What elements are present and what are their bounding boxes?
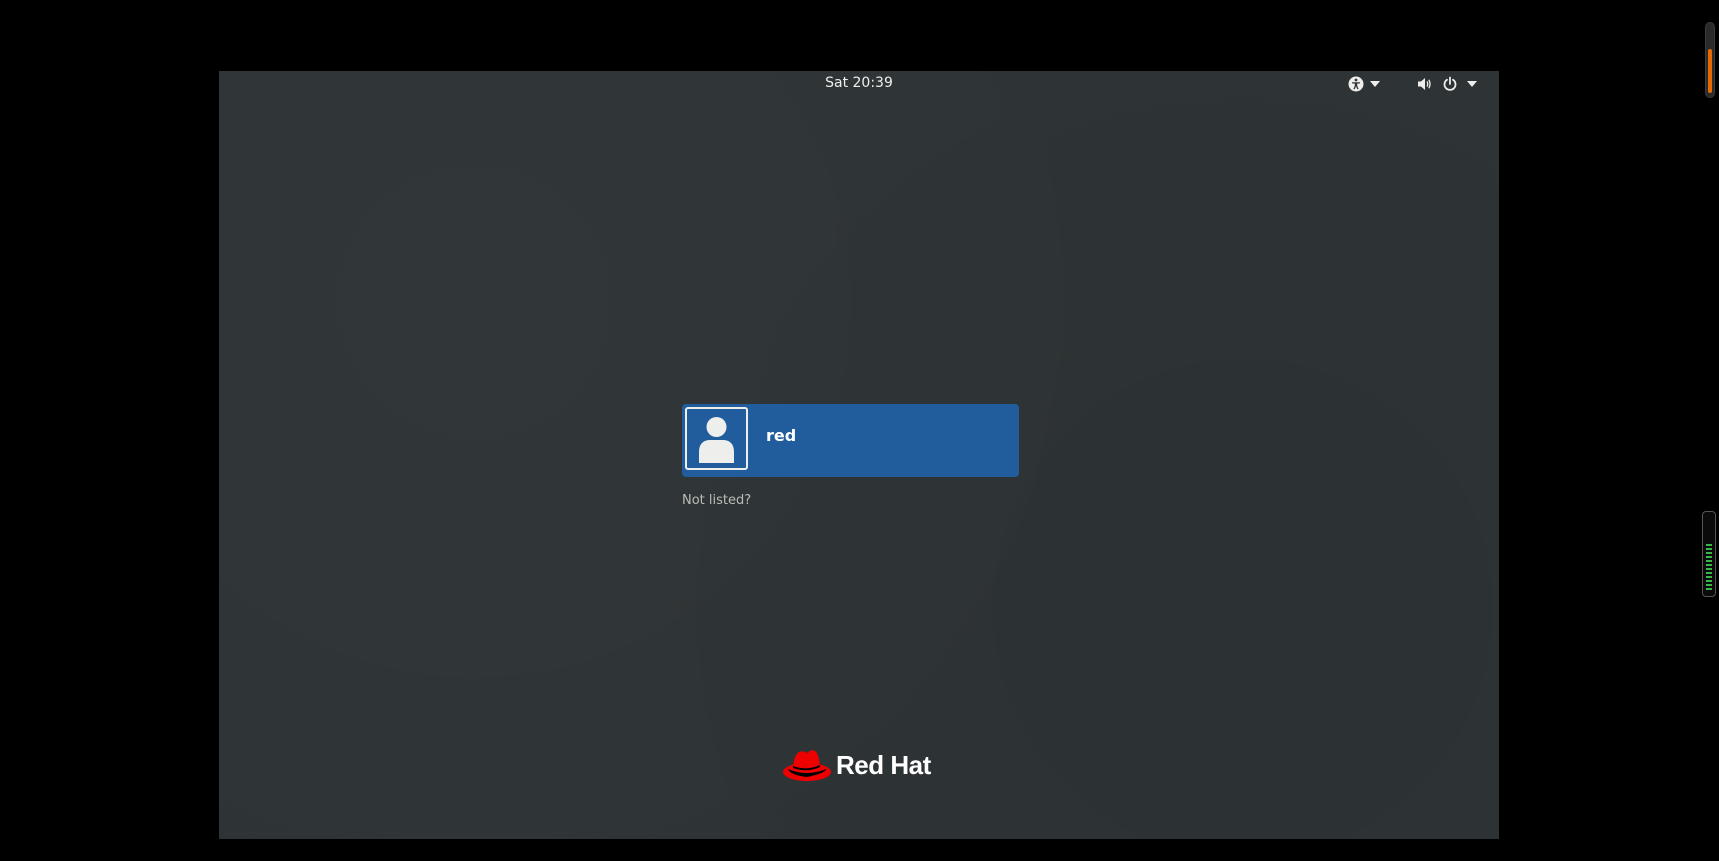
accessibility-icon [1348, 76, 1364, 92]
power-icon [1442, 76, 1458, 92]
red-hat-fedora-logo [782, 745, 832, 785]
system-menu[interactable] [1417, 75, 1487, 93]
user-name: red [766, 426, 797, 445]
user-item-red[interactable]: red [682, 404, 1019, 477]
clock[interactable]: Sat 20:39 [219, 75, 1499, 91]
scrollbar-thumb[interactable] [1708, 49, 1712, 93]
chevron-down-icon [1370, 81, 1380, 87]
volume-icon [1417, 76, 1433, 92]
brand-logo: Red Hat [782, 745, 931, 785]
scrollbar[interactable] [1705, 22, 1715, 98]
user-list: red Not listed? [682, 404, 1019, 508]
level-meter [1702, 511, 1716, 597]
accessibility-menu[interactable] [1348, 75, 1392, 93]
brand-text: Red Hat [836, 749, 931, 780]
level-meter-bars [1706, 544, 1712, 592]
avatar [685, 407, 748, 470]
chevron-down-icon [1467, 81, 1477, 87]
user-silhouette-icon [699, 417, 734, 463]
login-screen: Sat 20:39 red Not listed? Red Hat [219, 71, 1499, 839]
not-listed-button[interactable]: Not listed? [682, 493, 751, 508]
top-bar: Sat 20:39 [219, 71, 1499, 97]
